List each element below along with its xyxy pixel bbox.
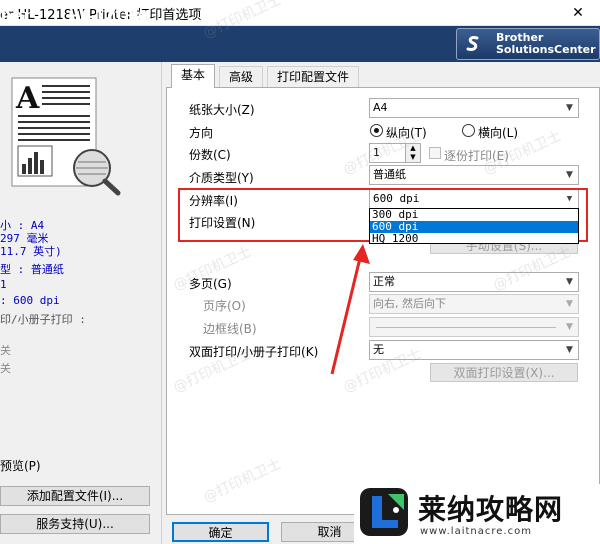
chevron-down-icon: ▼ bbox=[566, 322, 573, 332]
resolution-option-1200[interactable]: HQ 1200 bbox=[370, 233, 578, 245]
multi-page-select[interactable]: 正常 ▼ bbox=[369, 272, 579, 292]
landscape-radio[interactable] bbox=[462, 124, 475, 137]
paper-size-label: 纸张大小(Z) bbox=[189, 103, 255, 117]
portrait-radio[interactable] bbox=[370, 124, 383, 137]
paper-size-select[interactable]: A4 ▼ bbox=[369, 98, 579, 118]
duplex-label: 双面打印/小册子打印(K) bbox=[189, 345, 319, 359]
ok-button[interactable]: 确定 bbox=[172, 522, 269, 542]
duplex-settings-button[interactable]: 双面打印设置(X)... bbox=[430, 363, 578, 382]
tab-basic[interactable]: 基本 bbox=[171, 64, 215, 88]
site-logo-icon bbox=[358, 486, 412, 538]
chevron-down-icon: ▼ bbox=[566, 345, 573, 355]
chevron-down-icon: ▼ bbox=[566, 299, 573, 309]
duplex-value: 无 bbox=[373, 343, 384, 356]
summary-watermark: 关 bbox=[0, 344, 11, 357]
chevron-down-icon: ▼ bbox=[566, 103, 573, 113]
page-order-value: 向右, 然后向下 bbox=[373, 297, 446, 310]
summary-header-footer: 关 bbox=[0, 362, 11, 375]
resolution-dropdown[interactable]: 300 dpi 600 dpi HQ 1200 bbox=[369, 208, 579, 245]
svg-text:A: A bbox=[15, 81, 40, 116]
landscape-label[interactable]: 横向(L) bbox=[478, 124, 518, 141]
site-url: www.laitnacre.com bbox=[420, 526, 532, 537]
stepper-down-icon[interactable]: ▼ bbox=[406, 153, 420, 162]
media-type-value: 普通纸 bbox=[373, 168, 406, 181]
collate-checkbox[interactable] bbox=[429, 147, 441, 159]
site-name: 莱纳攻略网 bbox=[418, 493, 564, 526]
preview-checkbox-label[interactable]: 预览(P) bbox=[0, 457, 41, 474]
summary-media-type: 型 : 普通纸 bbox=[0, 263, 64, 276]
printer-model: HL-1218W bbox=[68, 9, 149, 25]
add-profile-button[interactable]: 添加配置文件(I)... bbox=[0, 486, 150, 506]
summary-paper-inch: 11.7 英寸) bbox=[0, 245, 62, 258]
multi-page-value: 正常 bbox=[373, 275, 395, 288]
solutions-center-icon bbox=[465, 35, 481, 53]
solutions-center-label-2: SolutionsCenter bbox=[496, 43, 596, 56]
radio-dot bbox=[374, 128, 379, 133]
orientation-label: 方向 bbox=[189, 126, 214, 140]
border-line-sample bbox=[376, 327, 556, 328]
media-type-select[interactable]: 普通纸 ▼ bbox=[369, 165, 579, 185]
page-order-select[interactable]: 向右, 然后向下 ▼ bbox=[369, 294, 579, 314]
brand-logo: her bbox=[0, 6, 33, 26]
summary-copies: 1 bbox=[0, 278, 7, 291]
chevron-down-icon: ▼ bbox=[566, 277, 573, 287]
summary-duplex: 印/小册子打印 : bbox=[0, 313, 86, 326]
media-type-label: 介质类型(Y) bbox=[189, 171, 254, 185]
border-line-label: 边框线(B) bbox=[203, 322, 257, 336]
copies-label: 份数(C) bbox=[189, 148, 231, 162]
chevron-down-icon: ▼ bbox=[566, 170, 573, 180]
summary-resolution: : 600 dpi bbox=[0, 294, 60, 307]
document-preview-icon: A bbox=[8, 76, 124, 196]
tab-print-profiles[interactable]: 打印配置文件 bbox=[267, 66, 359, 87]
close-button[interactable]: ✕ bbox=[556, 0, 600, 26]
page-order-label: 页序(O) bbox=[203, 299, 246, 313]
support-button[interactable]: 服务支持(U)... bbox=[0, 514, 150, 534]
border-line-select[interactable]: ▼ bbox=[369, 317, 579, 337]
tab-advanced[interactable]: 高级 bbox=[219, 66, 263, 87]
paper-size-value: A4 bbox=[373, 101, 388, 114]
